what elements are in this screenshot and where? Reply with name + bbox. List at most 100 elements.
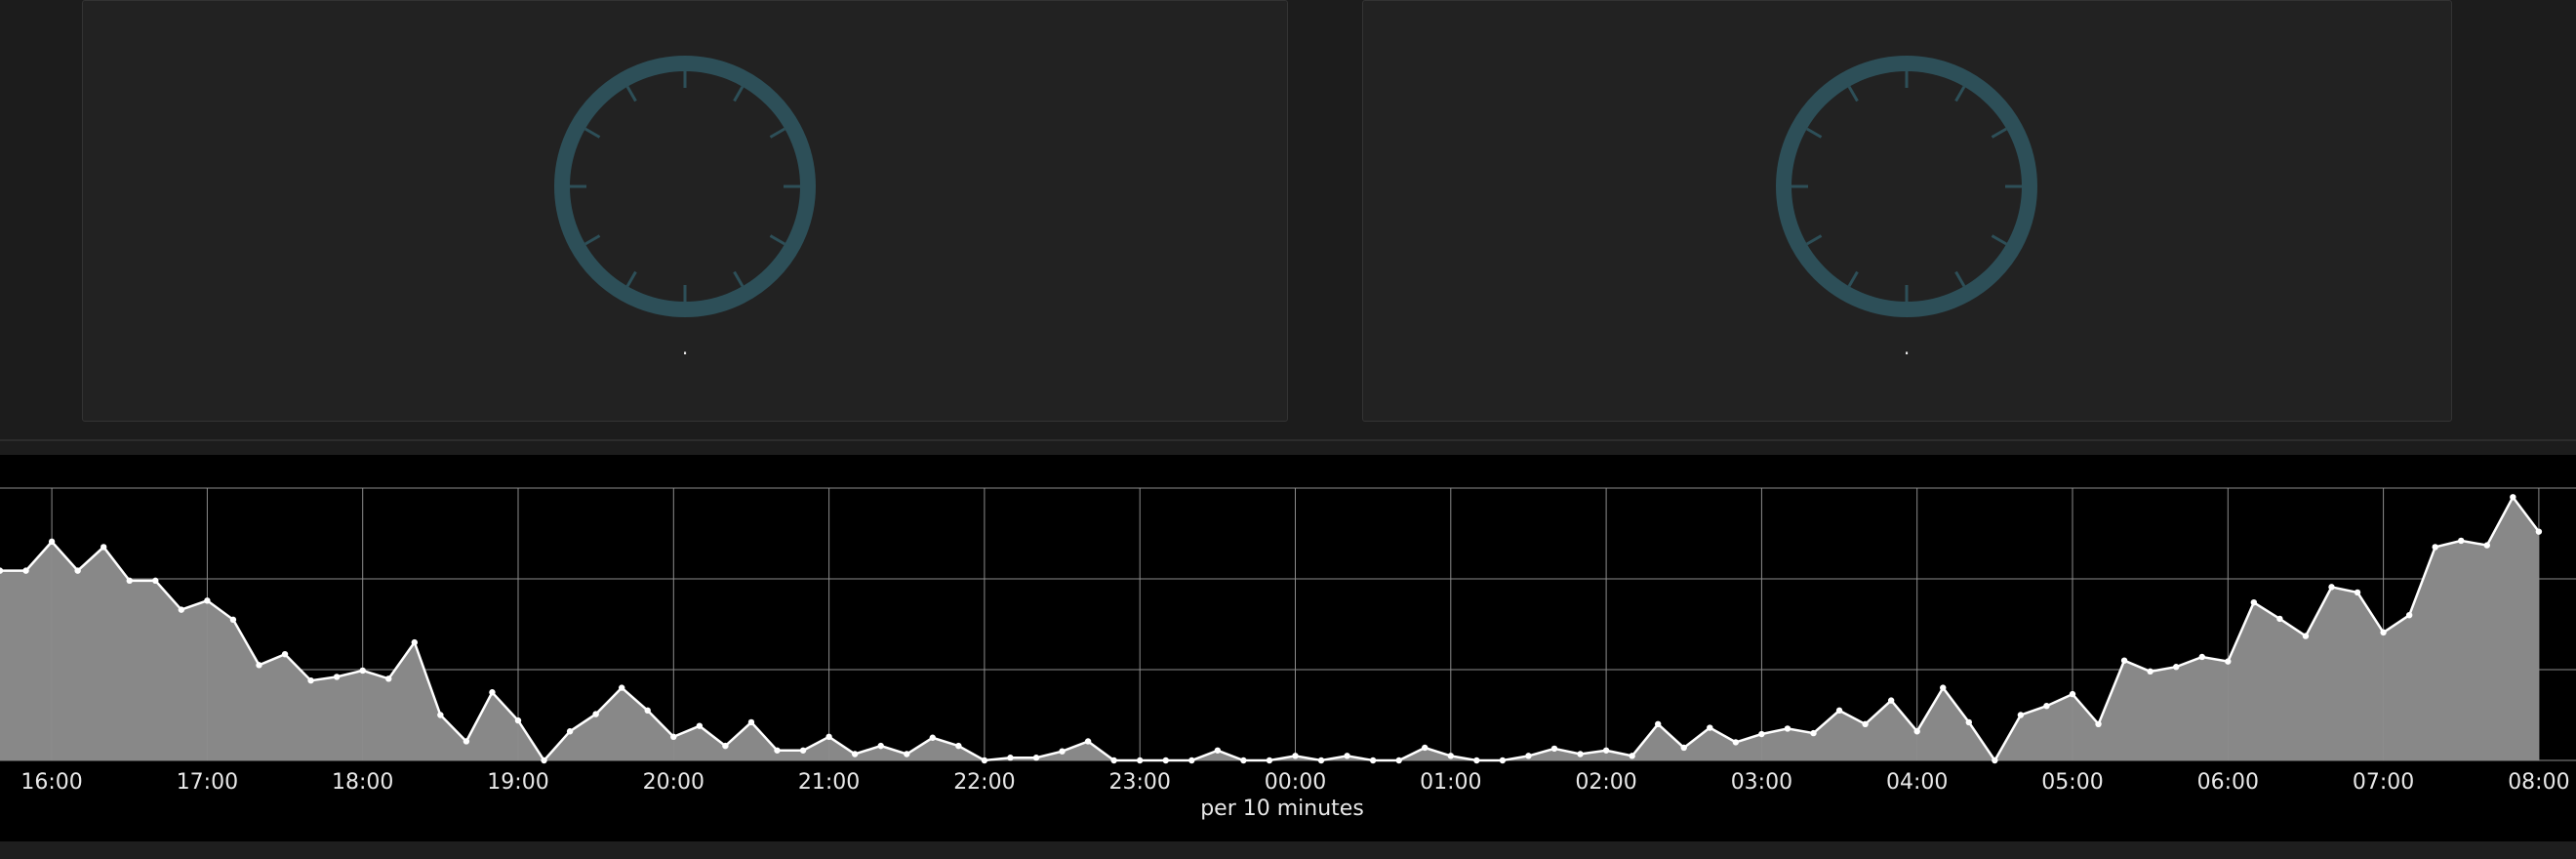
data-point xyxy=(1422,744,1429,752)
gauge-right: . xyxy=(1776,56,2037,359)
x-tick-label: 07:00 xyxy=(2353,770,2414,795)
data-point xyxy=(1913,728,1920,735)
data-point xyxy=(2173,664,2180,671)
x-axis-label: per 10 minutes xyxy=(1200,797,1364,821)
gauge-panel-right: . xyxy=(1362,0,2452,422)
gauge-tick xyxy=(1847,270,1859,287)
data-point xyxy=(411,638,418,646)
data-point xyxy=(307,676,314,684)
data-point xyxy=(178,606,185,613)
data-point xyxy=(281,650,289,658)
data-point xyxy=(2120,657,2128,664)
data-point xyxy=(1577,751,1584,757)
data-point xyxy=(644,707,651,715)
data-point xyxy=(1084,738,1092,745)
data-point xyxy=(2276,615,2283,623)
data-point xyxy=(1240,757,1247,764)
dashboard: . . 16:00 17:00 18:00 19:00 20:00 21:00 22:00 2… xyxy=(0,0,2576,859)
data-point xyxy=(1007,755,1014,761)
data-point xyxy=(1032,755,1040,761)
gauge-value: . xyxy=(682,336,688,359)
data-point xyxy=(2328,584,2335,591)
data-point xyxy=(799,747,807,754)
gauge-tick xyxy=(1847,86,1859,102)
data-point xyxy=(825,733,832,741)
gauge-tick xyxy=(1954,270,1966,287)
data-point xyxy=(2095,720,2102,727)
data-point xyxy=(2017,712,2025,718)
data-point xyxy=(1862,720,1869,727)
data-point xyxy=(2483,542,2490,549)
data-point xyxy=(359,667,366,675)
data-point xyxy=(877,742,884,750)
data-point xyxy=(2147,668,2153,675)
x-tick-label: 16:00 xyxy=(20,770,82,795)
gauge-tick xyxy=(584,234,601,246)
data-point xyxy=(2225,658,2232,665)
data-point xyxy=(101,544,107,551)
data-point xyxy=(1965,718,1973,726)
data-point xyxy=(1602,747,1610,754)
data-point xyxy=(463,738,470,745)
data-point xyxy=(2043,703,2050,710)
data-point xyxy=(74,567,81,574)
data-point xyxy=(1887,697,1895,704)
data-point xyxy=(22,567,29,574)
data-point xyxy=(1784,725,1791,732)
section-divider xyxy=(0,439,2576,441)
data-point xyxy=(2535,528,2543,535)
data-point xyxy=(851,751,859,757)
gauge-ring xyxy=(554,56,816,317)
data-point xyxy=(1810,729,1817,737)
data-point xyxy=(2250,598,2258,606)
data-point xyxy=(1214,747,1222,754)
data-point xyxy=(566,728,574,735)
x-tick-label: 22:00 xyxy=(953,770,1015,795)
gauge-ring xyxy=(1776,56,2037,317)
data-point xyxy=(2458,537,2465,545)
bottom-bar xyxy=(0,841,2576,859)
gauge-tick xyxy=(1991,127,2007,139)
x-tick-label: 19:00 xyxy=(487,770,548,795)
data-point xyxy=(1655,720,1662,727)
data-point xyxy=(1292,753,1299,759)
x-tick-label: 18:00 xyxy=(332,770,393,795)
x-tick-label: 02:00 xyxy=(1575,770,1636,795)
gauge-tick xyxy=(1806,234,1823,246)
data-point xyxy=(2302,633,2310,639)
data-point xyxy=(2354,589,2361,596)
data-point xyxy=(1758,730,1765,738)
data-point xyxy=(1992,757,1998,764)
gauge-tick xyxy=(1954,86,1966,102)
data-point xyxy=(152,577,159,585)
gauge-tick xyxy=(733,86,745,102)
data-point xyxy=(437,712,444,718)
data-point xyxy=(1188,757,1195,764)
data-point xyxy=(1525,753,1532,759)
data-point xyxy=(256,662,262,669)
data-point xyxy=(1629,753,1635,759)
gauge-tick xyxy=(584,127,601,139)
data-point xyxy=(1447,753,1455,759)
data-point xyxy=(929,734,936,741)
data-point xyxy=(1499,757,1507,764)
data-point xyxy=(48,538,56,546)
data-point xyxy=(2432,544,2438,551)
x-tick-label: 20:00 xyxy=(643,770,704,795)
gauge-tick xyxy=(625,270,637,287)
data-point xyxy=(333,674,341,680)
x-tick-label: 05:00 xyxy=(2041,770,2103,795)
time-series-chart: 16:00 17:00 18:00 19:00 20:00 21:00 22:00 23:00… xyxy=(0,455,2576,841)
gauge-tick xyxy=(1991,234,2007,246)
data-point xyxy=(514,716,522,724)
gauge-left: . xyxy=(554,56,816,359)
data-point xyxy=(489,689,496,696)
data-point xyxy=(619,684,625,691)
data-point xyxy=(1732,739,1740,746)
area-chart-svg: 16:00 17:00 18:00 19:00 20:00 21:00 22:00 23:00… xyxy=(0,487,2576,821)
data-point xyxy=(204,597,211,604)
data-point xyxy=(1137,757,1144,764)
data-point xyxy=(696,722,704,729)
gauge-tick xyxy=(1806,127,1823,139)
data-point xyxy=(1344,753,1350,759)
